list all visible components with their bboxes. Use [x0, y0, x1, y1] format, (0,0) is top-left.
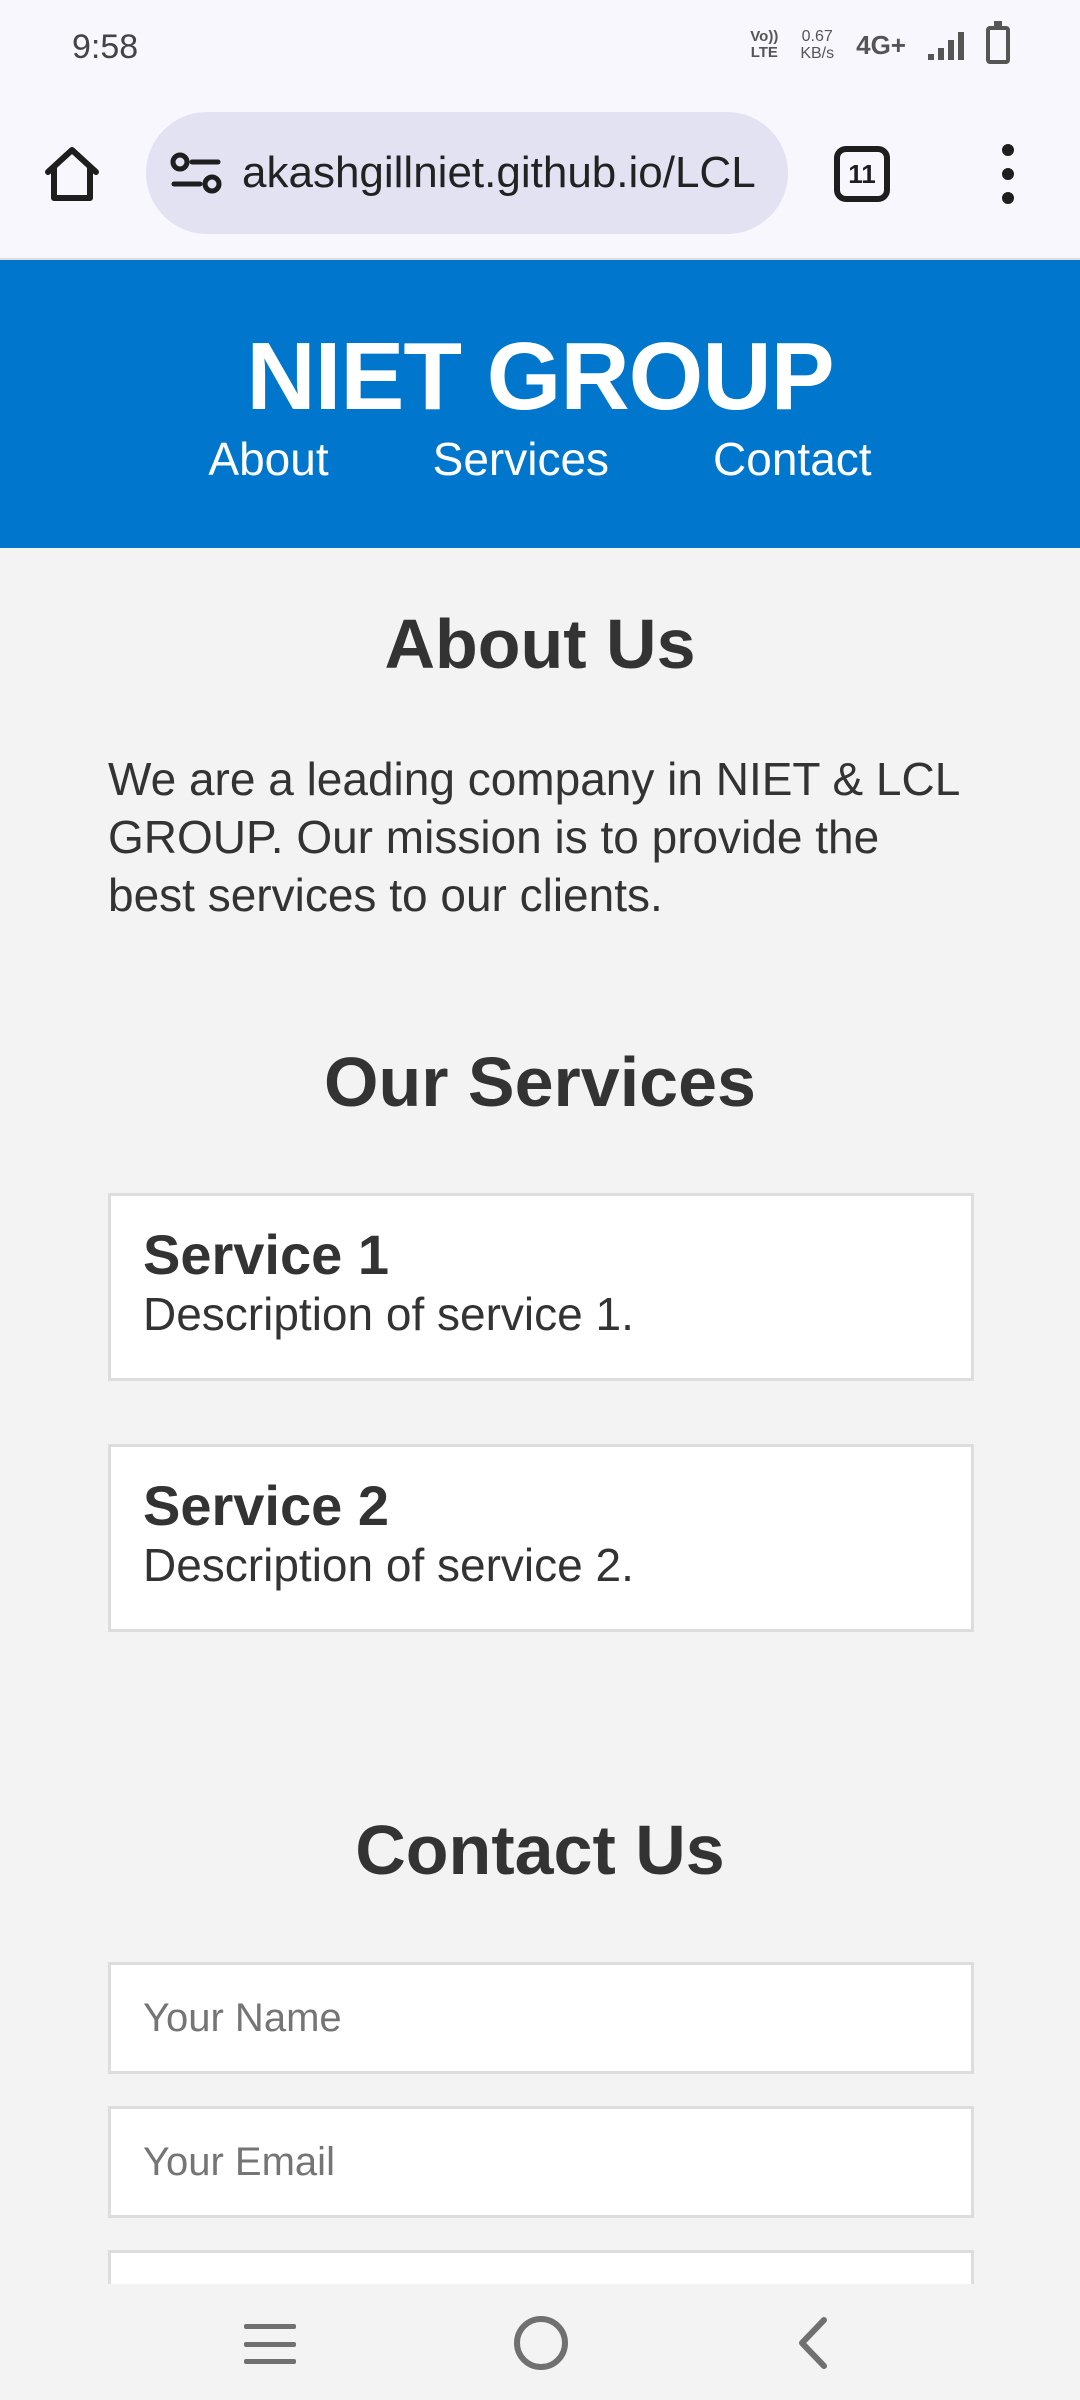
- network-speed: 0.67 KB/s: [800, 28, 835, 62]
- back-icon[interactable]: [790, 2314, 838, 2372]
- about-text: We are a leading company in NIET & LCL G…: [108, 753, 959, 921]
- nav-link-services[interactable]: Services: [433, 432, 609, 486]
- status-icons: Vo)) LTE 0.67 KB/s 4G+: [750, 21, 1010, 64]
- address-bar[interactable]: akashgillniet.github.io/LCL: [146, 112, 788, 234]
- site-nav: About Services Contact: [0, 432, 1080, 486]
- status-bar: 9:58 Vo)) LTE 0.67 KB/s 4G+: [0, 0, 1080, 100]
- about-heading: About Us: [384, 605, 696, 683]
- signal-icon: [928, 30, 964, 60]
- services-heading: Our Services: [324, 1043, 756, 1121]
- battery-icon: [986, 21, 1010, 64]
- name-input[interactable]: [108, 1962, 974, 2074]
- email-input[interactable]: [108, 2106, 974, 2218]
- home-icon[interactable]: [40, 142, 104, 206]
- network-type: 4G+: [856, 29, 906, 60]
- service-name: Service 1: [143, 1223, 389, 1286]
- nav-link-about[interactable]: About: [208, 432, 328, 486]
- service-description: Description of service 2.: [143, 1539, 634, 1591]
- browser-toolbar: akashgillniet.github.io/LCL 11: [0, 100, 1080, 260]
- site-header: NIET GROUP About Services Contact: [0, 260, 1080, 548]
- home-circle-icon[interactable]: [514, 2316, 568, 2370]
- site-settings-icon[interactable]: [170, 152, 222, 194]
- recents-icon[interactable]: [244, 2324, 296, 2364]
- service-description: Description of service 1.: [143, 1288, 634, 1340]
- site-title: NIET GROUP: [246, 323, 834, 430]
- status-time: 9:58: [72, 28, 139, 66]
- service-card: Service 1 Description of service 1.: [108, 1193, 974, 1381]
- more-options-icon[interactable]: [996, 144, 1020, 204]
- nav-link-contact[interactable]: Contact: [713, 432, 872, 486]
- url-text[interactable]: akashgillniet.github.io/LCL: [242, 148, 782, 198]
- contact-heading: Contact Us: [355, 1811, 725, 1889]
- tab-switcher-button[interactable]: 11: [834, 146, 890, 202]
- volte-indicator: Vo)) LTE: [750, 28, 779, 61]
- message-input[interactable]: [108, 2250, 974, 2284]
- service-name: Service 2: [143, 1474, 389, 1537]
- system-nav-bar: [0, 2284, 1080, 2400]
- service-card: Service 2 Description of service 2.: [108, 1444, 974, 1632]
